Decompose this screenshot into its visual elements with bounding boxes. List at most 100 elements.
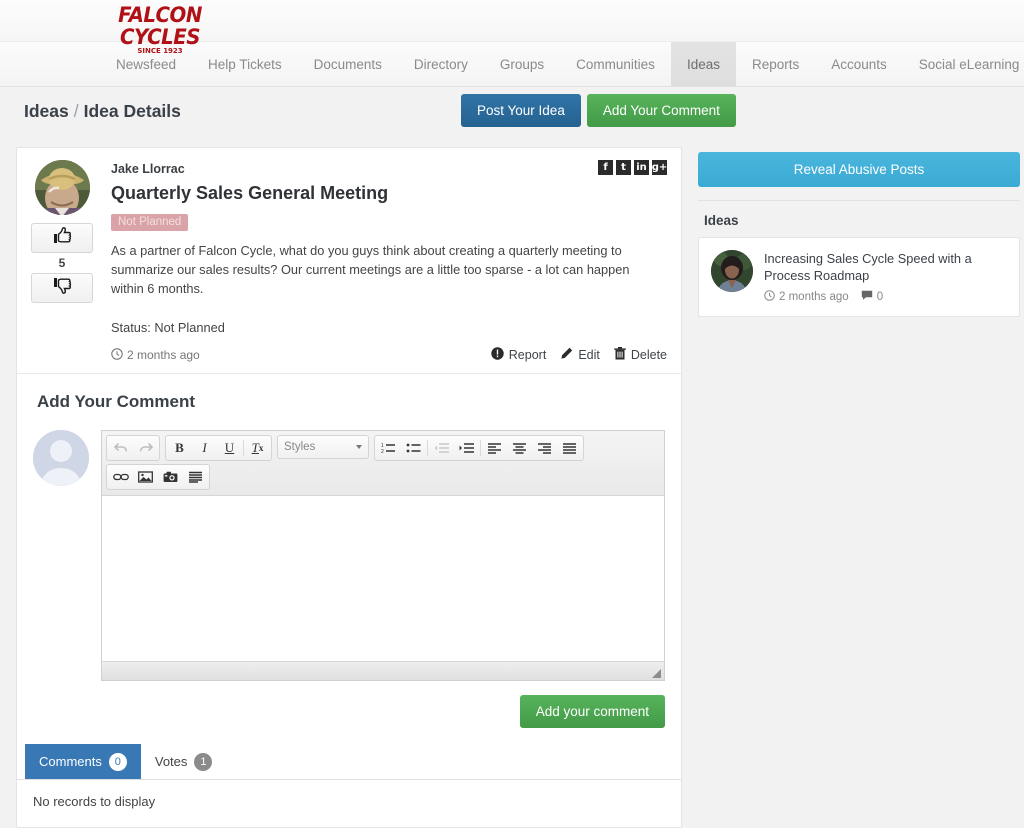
comment-input[interactable] [102,496,664,661]
paragraph-icon[interactable] [183,466,208,488]
sidebar-idea-card[interactable]: Increasing Sales Cycle Speed with a Proc… [698,237,1020,317]
thumbs-down-icon [53,277,72,299]
post-your-idea-button[interactable]: Post Your Idea [461,94,581,127]
thumbs-up-icon [53,227,72,249]
author-avatar [35,160,90,215]
editor-toolbar: B I U Tx Styles 1 2 [102,431,664,496]
align-left-icon[interactable] [482,437,507,459]
nav-item-accounts[interactable]: Accounts [815,42,903,86]
social-glyph: t [621,161,626,173]
text-format-group: B I U Tx [165,435,272,461]
list-align-group: 12 [374,435,584,461]
sidebar-card-content: Increasing Sales Cycle Speed with a Proc… [764,250,1007,304]
nav-item-ideas[interactable]: Ideas [670,42,736,86]
styles-dropdown[interactable]: Styles [277,435,369,459]
brand-logo[interactable]: FALCON CYCLES SINCE 1923 [84,4,236,55]
tab-count-badge: 0 [108,752,127,771]
post-action-label: Edit [578,348,600,362]
nav-item-label: Documents [313,56,382,72]
googleplus-icon[interactable]: g+ [652,160,667,175]
sidebar-card-meta: 2 months ago 0 [764,290,1007,304]
tab-comments[interactable]: Comments 0 [25,744,141,779]
bulleted-list-icon[interactable] [401,437,426,459]
nav-item-label: Ideas [686,56,720,72]
toolbar-row-2 [106,464,660,490]
justify-icon[interactable] [557,437,582,459]
numbered-list-icon[interactable]: 12 [376,437,401,459]
social-share-bar: f t in g+ [598,160,667,175]
link-icon[interactable] [108,466,133,488]
exclamation-circle-icon [491,347,504,363]
social-glyph: in [636,161,647,173]
resize-grip-icon[interactable] [652,669,661,678]
top-bar: FALCON CYCLES SINCE 1923 [0,0,1024,55]
page-header: Ideas / Idea Details Post Your Idea Add Yo… [0,87,1024,147]
sidebar: Reveal Abusive Posts Ideas Increasing Sa… [698,147,1020,317]
underline-icon[interactable]: U [217,437,242,459]
redo-icon[interactable] [133,437,158,459]
composer-footer: Add your comment [33,681,665,728]
toolbar-separator [427,440,428,456]
bold-icon[interactable]: B [167,437,192,459]
breadcrumb-root[interactable]: Ideas [24,101,69,121]
nav-item-documents[interactable]: Documents [298,42,398,86]
submit-comment-button[interactable]: Add your comment [519,695,665,728]
image-icon[interactable] [133,466,158,488]
outdent-icon[interactable] [429,437,454,459]
linkedin-icon[interactable]: in [634,160,649,175]
sidebar-card-timestamp: 2 months ago [764,290,849,304]
align-center-icon[interactable] [507,437,532,459]
vote-down-button[interactable] [31,273,93,303]
post-action-report[interactable]: Report [491,347,546,363]
composer-row: B I U Tx Styles 1 2 [33,430,665,681]
toolbar-separator [480,440,481,456]
editor-footer [102,661,664,680]
nav-item-label: Newsfeed [116,56,177,72]
post-action-delete[interactable]: Delete [614,347,667,363]
nav-item-directory[interactable]: Directory [398,42,484,86]
nav-item-groups[interactable]: Groups [484,42,560,86]
nav-item-reports[interactable]: Reports [736,42,815,86]
nav-item-label: Reports [751,56,800,72]
social-glyph: g+ [651,161,668,173]
post-title: Quarterly Sales General Meeting [111,183,389,203]
nav-item-label: Directory [413,56,468,72]
brand-name: FALCON CYCLES [118,3,202,49]
toolbar-separator [243,440,244,456]
rich-text-editor[interactable]: B I U Tx Styles 1 2 [101,430,665,681]
nav-item-social-elearning[interactable]: Social eLearning [903,42,1024,86]
sidebar-card-comments: 0 [861,290,883,304]
twitter-icon[interactable]: t [616,160,631,175]
post-meta: 2 months ago Report Edit Delete [111,347,667,363]
italic-icon[interactable]: I [192,437,217,459]
tab-label: Votes [154,754,188,769]
add-your-comment-button[interactable]: Add Your Comment [586,94,736,127]
post-actions: Report Edit Delete [491,347,667,363]
tab-votes[interactable]: Votes 1 [141,744,227,779]
vote-count: 5 [58,256,66,270]
idea-card: 5 f t in g+ Jake Llorrac Quarterly Sales… [16,147,682,828]
insert-group [106,464,210,490]
undo-icon[interactable] [108,437,133,459]
breadcrumb-separator: / [73,101,79,121]
main-column: 5 f t in g+ Jake Llorrac Quarterly Sales… [16,147,682,828]
nav-item-communities[interactable]: Communities [560,42,671,86]
remove-format-icon[interactable]: Tx [245,437,270,459]
camera-icon[interactable] [158,466,183,488]
vote-controls: 5 [31,223,95,303]
comment-icon [861,290,873,304]
sidebar-section-title: Ideas [704,213,739,228]
sidebar-card-title: Increasing Sales Cycle Speed with a Proc… [764,251,972,283]
reveal-abusive-posts-button[interactable]: Reveal Abusive Posts [698,152,1020,187]
idea-post-body: f t in g+ Jake Llorrac Quarterly Sales Gene… [103,160,667,363]
nav-item-label: Accounts [831,56,887,72]
tab-count-badge: 1 [194,752,213,771]
align-right-icon[interactable] [532,437,557,459]
facebook-icon[interactable]: f [598,160,613,175]
vote-up-button[interactable] [31,223,93,253]
post-action-edit[interactable]: Edit [560,347,600,363]
post-author[interactable]: Jake Llorrac [111,162,667,176]
nav-item-label: Social eLearning [918,56,1020,72]
indent-icon[interactable] [454,437,479,459]
clock-icon [764,290,775,304]
